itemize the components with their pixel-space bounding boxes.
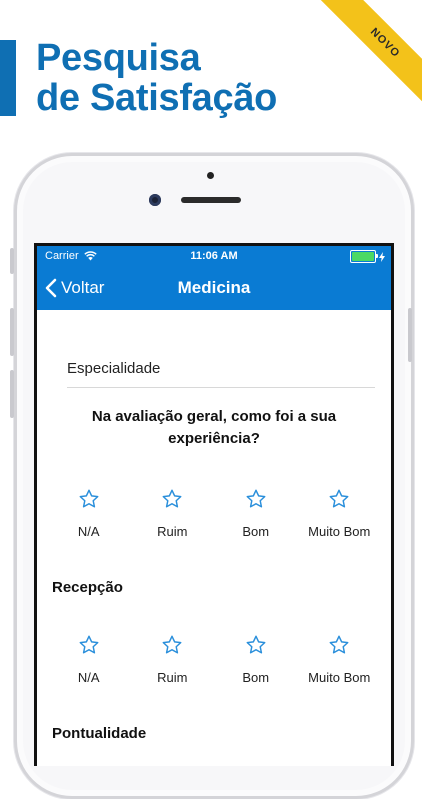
rating-option-na[interactable]: N/A: [47, 634, 131, 685]
star-outline-icon: [246, 489, 266, 508]
app-screen: Carrier 11:06 AM Voltar Medicina Especia…: [34, 243, 394, 766]
specialty-field[interactable]: Especialidade: [67, 360, 375, 388]
section-title-recepcao: Recepção: [52, 579, 123, 596]
star-outline-icon: [162, 489, 182, 508]
star-outline-icon: [79, 489, 99, 508]
rating-option-muito-bom[interactable]: Muito Bom: [298, 634, 382, 685]
charging-bolt-icon: [379, 251, 385, 262]
rating-option-na[interactable]: N/A: [47, 488, 131, 539]
star-outline-icon: [162, 635, 182, 654]
status-right: [350, 250, 385, 263]
new-badge: NOVO: [314, 0, 422, 114]
recepcao-rating-group: N/A Ruim Bom Muito Bom: [37, 634, 391, 685]
rating-label: N/A: [77, 524, 100, 539]
volume-down-button: [10, 370, 14, 418]
power-button: [408, 308, 412, 362]
front-camera: [149, 194, 161, 206]
rating-option-bom[interactable]: Bom: [214, 634, 298, 685]
star-outline-icon: [329, 489, 349, 508]
general-question: Na avaliação geral, como foi a sua exper…: [91, 408, 337, 447]
proximity-sensor: [207, 172, 214, 179]
star-outline-icon: [329, 635, 349, 654]
rating-option-ruim[interactable]: Ruim: [131, 488, 215, 539]
accent-bar: [0, 40, 16, 116]
battery-icon: [350, 250, 378, 263]
rating-label: Bom: [242, 524, 270, 539]
rating-label: Ruim: [157, 524, 188, 539]
section-title-pontualidade: Pontualidade: [52, 725, 147, 742]
star-outline-icon: [79, 635, 99, 654]
mute-switch: [10, 248, 14, 274]
earpiece-speaker: [181, 197, 241, 203]
star-outline-icon: [246, 635, 266, 654]
rating-option-bom[interactable]: Bom: [214, 488, 298, 539]
rating-option-muito-bom[interactable]: Muito Bom: [298, 488, 382, 539]
status-bar: Carrier 11:06 AM: [37, 246, 391, 266]
navigation-bar: Voltar Medicina: [37, 266, 391, 310]
rating-label: Muito Bom: [308, 670, 371, 685]
survey-content: Especialidade Na avaliação geral, como f…: [37, 310, 391, 742]
status-time: 11:06 AM: [190, 250, 238, 262]
rating-option-ruim[interactable]: Ruim: [131, 634, 215, 685]
promo-title-line2: de Satisfação: [36, 77, 278, 119]
volume-up-button: [10, 308, 14, 356]
promo-title-line1: Pesquisa: [36, 37, 201, 79]
general-rating-group: N/A Ruim Bom Muito Bom: [37, 488, 391, 539]
rating-label: Bom: [242, 670, 270, 685]
rating-label: N/A: [77, 670, 100, 685]
rating-label: Ruim: [157, 670, 188, 685]
promo-title: Pesquisa de Satisfação: [36, 38, 277, 118]
nav-title: Medicina: [177, 278, 251, 297]
rating-label: Muito Bom: [308, 524, 371, 539]
